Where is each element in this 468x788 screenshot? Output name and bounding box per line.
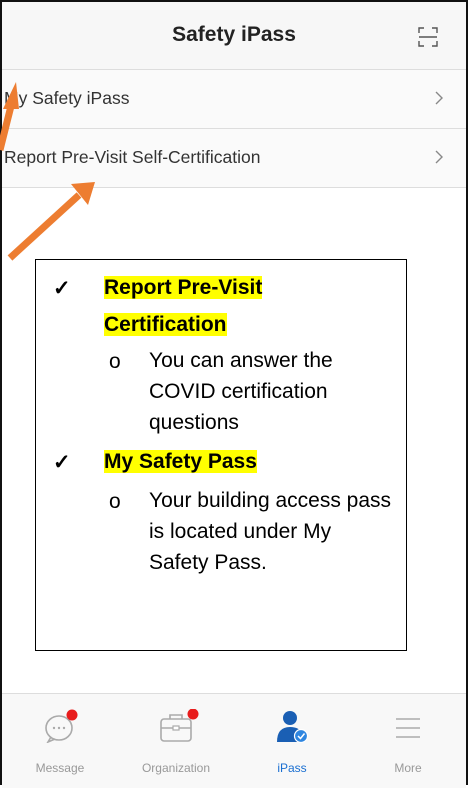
- checkmark-icon: ✓: [53, 451, 71, 474]
- bullet-icon: o: [109, 350, 121, 373]
- bullet-icon: o: [109, 490, 121, 513]
- tab-label: Organization: [141, 761, 211, 775]
- user-check-icon: [277, 711, 309, 743]
- tab-label: iPass: [277, 761, 307, 775]
- menu-item-label: My Safety iPass: [4, 88, 130, 108]
- scan-icon[interactable]: [418, 27, 438, 47]
- page-title: Safety iPass: [172, 23, 296, 46]
- callout-heading: My Safety Pass: [104, 450, 257, 473]
- callout-heading: Certification: [104, 313, 227, 336]
- message-icon: [45, 709, 78, 743]
- tab-ipass[interactable]: iPass: [234, 694, 350, 788]
- tab-label: More: [394, 761, 422, 775]
- menu-item-report-self-certification[interactable]: Report Pre-Visit Self-Certification: [2, 129, 466, 188]
- tab-organization[interactable]: Organization: [118, 694, 234, 788]
- briefcase-icon: [160, 709, 199, 742]
- chevron-right-icon: [435, 150, 443, 164]
- chevron-right-icon: [435, 91, 443, 105]
- menu-icon: [396, 718, 420, 738]
- tab-label: Message: [35, 761, 85, 775]
- callout-description: Your building access pass is located und…: [149, 489, 392, 574]
- callout-heading: Report Pre-Visit: [104, 276, 263, 299]
- tab-bar: Message Organization iPass More: [2, 693, 466, 788]
- app-header: Safety iPass: [2, 2, 466, 70]
- menu-item-my-safety-ipass[interactable]: My Safety iPass: [2, 70, 466, 129]
- checkmark-icon: ✓: [53, 277, 71, 300]
- instruction-callout: ✓ Report Pre-Visit Certification o You c…: [35, 259, 407, 651]
- tab-more[interactable]: More: [350, 694, 466, 788]
- menu-item-label: Report Pre-Visit Self-Certification: [4, 147, 261, 167]
- callout-description: You can answer the COVID certification q…: [149, 349, 333, 434]
- tab-message[interactable]: Message: [2, 694, 118, 788]
